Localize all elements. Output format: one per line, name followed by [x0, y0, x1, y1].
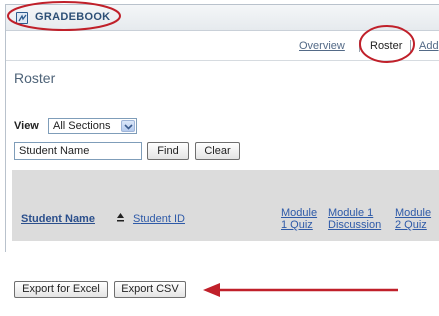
sort-ascending-icon[interactable]	[116, 212, 125, 223]
export-excel-button[interactable]: Export for Excel	[14, 281, 108, 298]
column-label-line: Module	[395, 207, 432, 219]
column-module1-quiz[interactable]: Module 1 Quiz	[281, 207, 317, 231]
column-label-line: 2 Quiz	[395, 219, 427, 231]
column-label-line: Module	[281, 207, 318, 219]
section-select[interactable]: All Sections	[48, 118, 137, 134]
column-label-line: 1 Quiz	[281, 219, 313, 231]
chevron-down-icon[interactable]	[121, 120, 135, 132]
column-module1-discussion[interactable]: Module 1 Discussion	[328, 207, 381, 231]
find-button[interactable]: Find	[147, 142, 189, 160]
column-label-line: Discussion	[328, 219, 382, 231]
nav-separator	[359, 40, 360, 52]
gradebook-icon	[16, 12, 28, 24]
view-label: View	[14, 120, 39, 132]
clear-button[interactable]: Clear	[195, 142, 240, 160]
page-title: Roster	[14, 70, 56, 86]
column-student-name[interactable]: Student Name	[21, 213, 95, 225]
column-module2-quiz[interactable]: Module 2 Quiz	[395, 207, 431, 231]
nav-add-link[interactable]: Add	[419, 40, 439, 52]
column-student-id[interactable]: Student ID	[133, 213, 185, 225]
tool-title-bar: GRADEBOOK	[6, 5, 439, 31]
roster-table-header: Student Name Student ID Module 1 Quiz Mo…	[12, 170, 439, 241]
column-label-line: Module 1	[328, 207, 374, 219]
nav-separator	[410, 40, 411, 52]
section-select-value: All Sections	[53, 120, 111, 132]
arrow-head	[203, 283, 220, 297]
nav-roster-current: Roster	[370, 40, 403, 52]
tool-title: GRADEBOOK	[35, 11, 111, 23]
tool-navigation: Overview Roster Add	[6, 31, 439, 61]
student-search-input[interactable]	[14, 142, 142, 160]
nav-overview-link[interactable]: Overview	[299, 40, 345, 52]
export-csv-button[interactable]: Export CSV	[114, 281, 186, 298]
